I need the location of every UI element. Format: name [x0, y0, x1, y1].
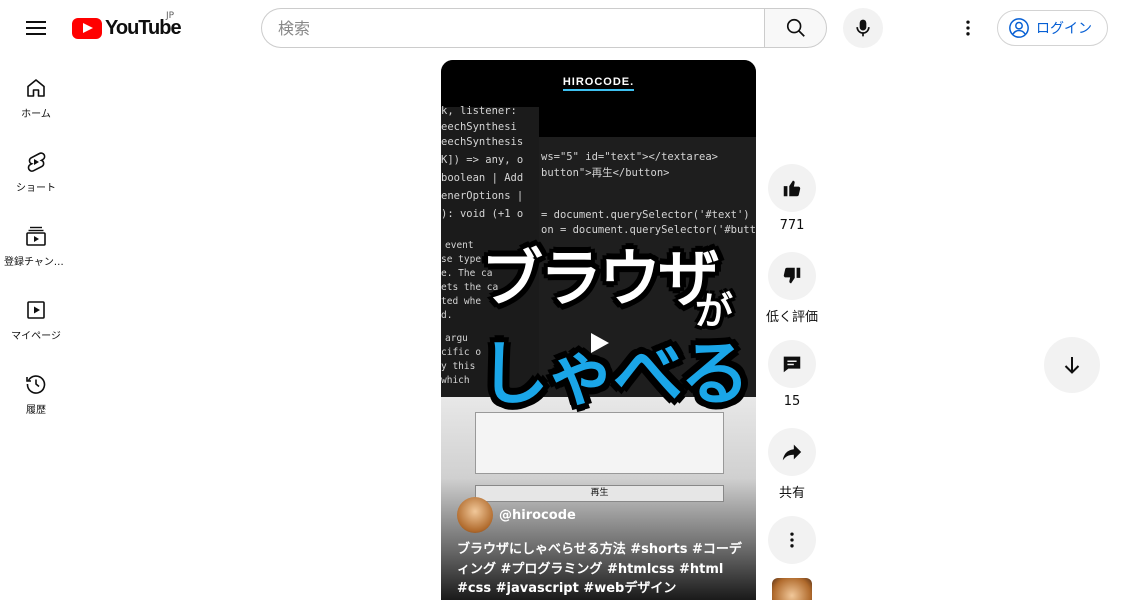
channel-name[interactable]: @hirocode — [499, 508, 576, 523]
video-description[interactable]: ブラウザにしゃべらせる方法 #shorts #コーディング #プログラミング #… — [457, 540, 742, 599]
code-line: eechSynthesis — [441, 136, 524, 148]
region-code: JP — [166, 11, 175, 21]
sidebar-item-history[interactable]: 履歴 — [0, 352, 72, 426]
channel-avatar[interactable] — [457, 497, 493, 533]
code-line: argu — [445, 333, 468, 344]
masthead: YouTube JP ログイン — [0, 0, 1124, 56]
arrow-down-icon — [1064, 357, 1080, 374]
more-action — [764, 516, 820, 564]
dislike-button[interactable] — [768, 252, 816, 300]
sidebar-item-library[interactable]: マイページ — [0, 278, 72, 352]
search-bar — [261, 8, 827, 48]
code-line: ws="5" id="text"></textarea> — [541, 151, 719, 163]
code-line: event — [445, 240, 474, 251]
login-label: ログイン — [1036, 21, 1092, 37]
youtube-play-icon — [72, 17, 102, 39]
more-actions-button[interactable] — [768, 516, 816, 564]
subscriptions-icon — [26, 226, 46, 246]
search-icon — [786, 18, 805, 37]
search-input[interactable] — [261, 8, 764, 48]
code-line: se type — [441, 254, 482, 265]
comment-button[interactable] — [768, 340, 816, 388]
channel-link[interactable]: @hirocode — [457, 497, 576, 533]
more-vertical-icon — [790, 532, 794, 548]
code-line: d. — [441, 310, 453, 321]
like-action: 771 — [764, 164, 820, 233]
account-icon — [1009, 18, 1029, 38]
code-line: e. The ca — [441, 268, 493, 279]
dislike-label: 低く評価 — [765, 310, 818, 325]
sidebar-item-shorts[interactable]: ショート — [0, 130, 72, 204]
sidebar-item-label: ホーム — [21, 109, 51, 120]
like-count: 771 — [779, 218, 805, 233]
shorts-icon — [27, 152, 46, 172]
play-icon[interactable] — [578, 323, 618, 363]
sidebar-item-home[interactable]: ホーム — [0, 56, 72, 130]
library-icon — [27, 301, 45, 319]
code-line: on = document.querySelector('#butto — [541, 224, 756, 236]
code-line: ets the ca — [441, 282, 499, 293]
video-brand-bar: HIROCODE. — [441, 60, 756, 107]
code-line: K]) => any, o — [441, 154, 524, 166]
code-line: ): void (+1 o — [441, 208, 524, 220]
menu-icon[interactable] — [20, 16, 52, 40]
microphone-icon — [856, 19, 870, 37]
code-line: button">再生</button> — [541, 167, 670, 179]
code-line: y this — [441, 361, 476, 372]
sidebar-item-label: ショート — [16, 183, 56, 194]
comment-action: 15 — [764, 340, 820, 409]
code-line: which — [441, 375, 470, 386]
comment-count: 15 — [783, 394, 801, 409]
more-vertical-icon — [966, 20, 970, 36]
thumbs-down-icon — [783, 267, 801, 284]
like-button[interactable] — [768, 164, 816, 212]
settings-more-button[interactable] — [952, 12, 984, 44]
video-textarea-mock — [475, 412, 724, 474]
share-label: 共有 — [778, 486, 805, 501]
sidebar-item-label: 登録チャンネル — [4, 257, 68, 268]
thumbs-up-icon — [783, 180, 801, 197]
code-top-block — [539, 107, 756, 137]
code-line: k, listener: — [441, 105, 517, 117]
code-line: = document.querySelector('#text') — [541, 209, 750, 221]
video-brand: HIROCODE. — [562, 76, 635, 91]
sidebar-item-subscriptions[interactable]: 登録チャンネル — [0, 204, 72, 278]
code-line: cific o — [441, 347, 482, 358]
youtube-logo[interactable]: YouTube — [72, 17, 182, 39]
share-icon — [782, 444, 802, 461]
sound-channel-avatar[interactable] — [772, 578, 812, 600]
code-line: ted whe — [441, 296, 482, 307]
code-line: boolean | Add — [441, 172, 524, 184]
sidebar-item-label: マイページ — [11, 331, 61, 342]
login-button[interactable]: ログイン — [997, 10, 1108, 46]
code-line: eechSynthesi — [441, 121, 517, 133]
next-video-button[interactable] — [1044, 337, 1100, 393]
history-icon — [26, 375, 46, 394]
dislike-action: 低く評価 — [764, 252, 820, 325]
code-line: enerOptions | — [441, 190, 524, 202]
shorts-player[interactable]: HIROCODE. k, listener: eechSynthesi eech… — [441, 60, 756, 600]
voice-search-button[interactable] — [843, 8, 883, 48]
home-icon — [27, 79, 45, 97]
comment-icon — [783, 356, 801, 373]
share-action: 共有 — [764, 428, 820, 501]
sidebar-item-label: 履歴 — [26, 405, 46, 416]
share-button[interactable] — [768, 428, 816, 476]
search-button[interactable] — [764, 8, 827, 48]
